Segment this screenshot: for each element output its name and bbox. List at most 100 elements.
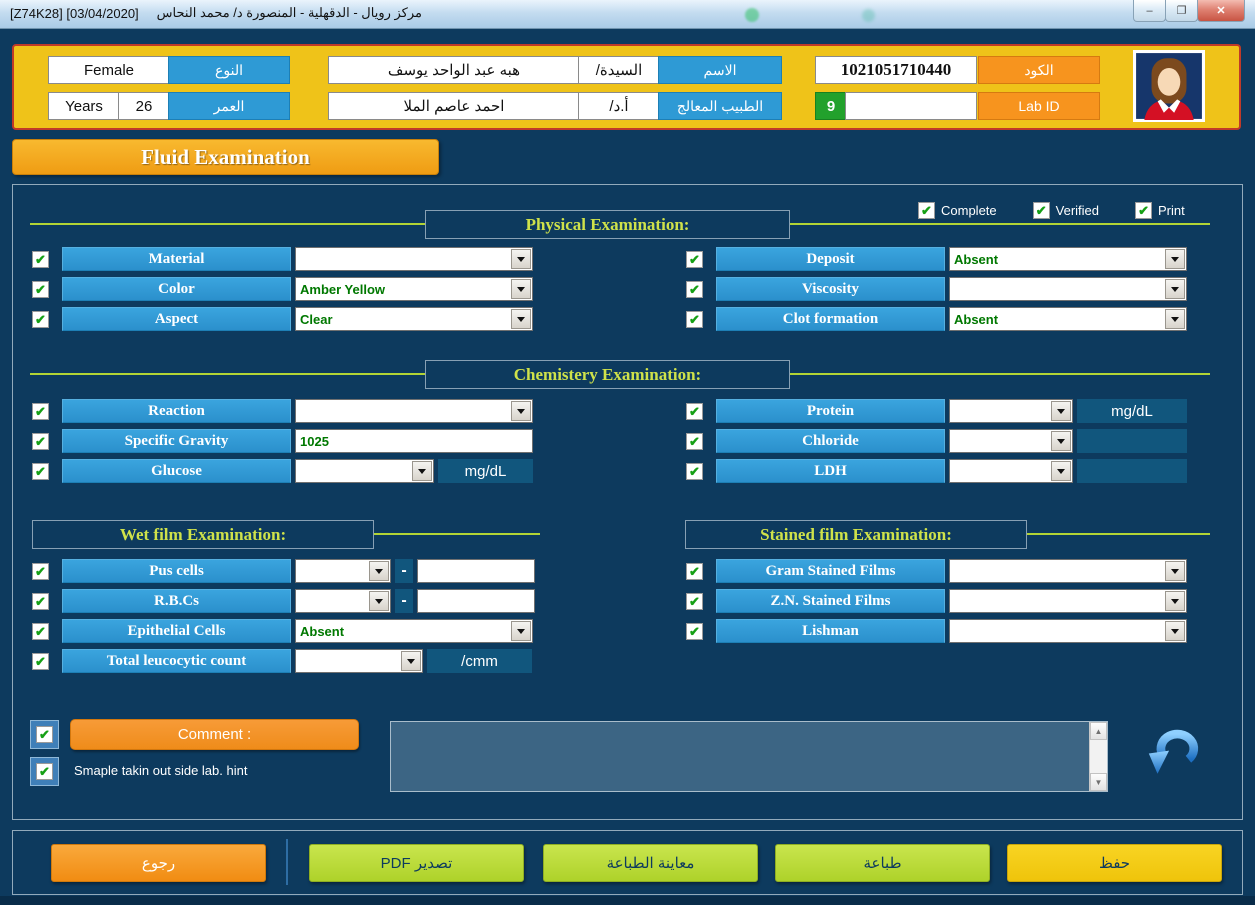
print-preview-button[interactable]: معاينة الطباعة bbox=[543, 844, 758, 882]
field-checkbox[interactable]: ✔ bbox=[32, 593, 49, 610]
age-unit-field[interactable]: Years bbox=[48, 92, 120, 120]
back-button[interactable]: رجوع bbox=[51, 844, 266, 882]
dropdown[interactable] bbox=[295, 247, 533, 271]
doctor-name-field[interactable]: احمد عاصم الملا bbox=[328, 92, 580, 120]
text-input[interactable]: 1025 bbox=[295, 429, 533, 453]
fluid-examination-tab[interactable]: Fluid Examination bbox=[12, 139, 439, 175]
scroll-up-icon[interactable]: ▲ bbox=[1090, 722, 1107, 740]
minimize-button[interactable]: – bbox=[1133, 0, 1166, 22]
field-checkbox[interactable]: ✔ bbox=[32, 563, 49, 580]
hint-checkbox[interactable]: ✔ bbox=[30, 757, 59, 786]
field-checkbox[interactable]: ✔ bbox=[32, 281, 49, 298]
undo-arrow-icon[interactable] bbox=[1143, 726, 1201, 780]
labid-field[interactable] bbox=[845, 92, 977, 120]
field-checkbox[interactable]: ✔ bbox=[32, 433, 49, 450]
scroll-down-icon[interactable]: ▼ bbox=[1090, 773, 1107, 791]
comment-button[interactable]: Comment : bbox=[70, 719, 359, 750]
comment-checkbox[interactable]: ✔ bbox=[30, 720, 59, 749]
dropdown-arrow-icon[interactable] bbox=[1165, 309, 1185, 329]
dropdown[interactable]: Absent bbox=[295, 619, 533, 643]
dropdown[interactable] bbox=[949, 559, 1187, 583]
patient-header: Female النوع Years 26 العمر هبه عبد الوا… bbox=[12, 44, 1241, 130]
field-checkbox[interactable]: ✔ bbox=[32, 623, 49, 640]
dropdown[interactable] bbox=[295, 399, 533, 423]
code-label: الكود bbox=[978, 56, 1100, 84]
patient-name-field[interactable]: هبه عبد الواحد يوسف bbox=[328, 56, 580, 84]
field-checkbox[interactable]: ✔ bbox=[686, 563, 703, 580]
gender-field[interactable]: Female bbox=[48, 56, 170, 84]
field-checkbox[interactable]: ✔ bbox=[686, 623, 703, 640]
dropdown[interactable]: Clear bbox=[295, 307, 533, 331]
dropdown[interactable] bbox=[949, 589, 1187, 613]
dropdown[interactable] bbox=[295, 649, 423, 673]
dropdown-arrow-icon[interactable] bbox=[1165, 621, 1185, 641]
dropdown-arrow-icon[interactable] bbox=[412, 461, 432, 481]
titlebar: [Z74K28] [03/04/2020] مركز رويال - الدقه… bbox=[0, 0, 1255, 29]
dropdown[interactable]: Absent bbox=[949, 307, 1187, 331]
field-checkbox[interactable]: ✔ bbox=[686, 251, 703, 268]
dropdown-arrow-icon[interactable] bbox=[511, 309, 531, 329]
dropdown-arrow-icon[interactable] bbox=[511, 249, 531, 269]
dropdown-arrow-icon[interactable] bbox=[1051, 461, 1071, 481]
name-label: الاسم bbox=[658, 56, 782, 84]
dropdown-arrow-icon[interactable] bbox=[1051, 401, 1071, 421]
dropdown-arrow-icon[interactable] bbox=[1051, 431, 1071, 451]
field-checkbox[interactable]: ✔ bbox=[32, 403, 49, 420]
dropdown[interactable] bbox=[949, 277, 1187, 301]
dropdown[interactable]: Absent bbox=[949, 247, 1187, 271]
save-button[interactable]: حفظ bbox=[1007, 844, 1222, 882]
dropdown[interactable] bbox=[949, 429, 1073, 453]
dropdown[interactable] bbox=[295, 559, 391, 583]
dropdown[interactable] bbox=[949, 459, 1073, 483]
print-button[interactable]: طباعة bbox=[775, 844, 990, 882]
field-checkbox[interactable]: ✔ bbox=[686, 311, 703, 328]
field-checkbox[interactable]: ✔ bbox=[32, 311, 49, 328]
window-controls: – ❐ ✕ bbox=[1134, 0, 1245, 22]
dropdown-arrow-icon[interactable] bbox=[1165, 249, 1185, 269]
dropdown[interactable] bbox=[295, 589, 391, 613]
dropdown[interactable]: Amber Yellow bbox=[295, 277, 533, 301]
dropdown-arrow-icon[interactable] bbox=[401, 651, 421, 671]
dropdown-arrow-icon[interactable] bbox=[1165, 561, 1185, 581]
dropdown-arrow-icon[interactable] bbox=[511, 279, 531, 299]
dropdown-arrow-icon[interactable] bbox=[369, 561, 389, 581]
doctor-title-field[interactable]: أ.د/ bbox=[578, 92, 660, 120]
dropdown-arrow-icon[interactable] bbox=[1165, 591, 1185, 611]
wetfilm-section-title: Wet film Examination: bbox=[32, 520, 374, 549]
taskbar-ghost-icon bbox=[745, 8, 759, 22]
field-checkbox[interactable]: ✔ bbox=[686, 433, 703, 450]
field-checkbox[interactable]: ✔ bbox=[32, 653, 49, 670]
restore-button[interactable]: ❐ bbox=[1165, 0, 1198, 22]
field-checkbox[interactable]: ✔ bbox=[686, 593, 703, 610]
field-checkbox[interactable]: ✔ bbox=[32, 251, 49, 268]
flag-checkbox[interactable]: ✔ bbox=[918, 202, 935, 219]
patient-avatar bbox=[1133, 50, 1205, 122]
flag-label: Print bbox=[1158, 203, 1185, 218]
field-checkbox[interactable]: ✔ bbox=[686, 281, 703, 298]
field-checkbox[interactable]: ✔ bbox=[686, 463, 703, 480]
text-input[interactable] bbox=[417, 589, 535, 613]
flag-verified: ✔Verified bbox=[1033, 202, 1099, 219]
dropdown-arrow-icon[interactable] bbox=[511, 401, 531, 421]
field-checkbox[interactable]: ✔ bbox=[686, 403, 703, 420]
patient-title-field[interactable]: السيدة/ bbox=[578, 56, 660, 84]
close-button[interactable]: ✕ bbox=[1197, 0, 1245, 22]
field-label: Aspect bbox=[62, 307, 291, 331]
age-field[interactable]: 26 bbox=[118, 92, 170, 120]
range-separator: - bbox=[395, 559, 413, 583]
dropdown-arrow-icon[interactable] bbox=[511, 621, 531, 641]
patient-code-field[interactable]: 1021051710440 bbox=[815, 56, 977, 84]
comment-textarea[interactable]: ▲ ▼ bbox=[390, 721, 1108, 792]
dropdown[interactable] bbox=[295, 459, 434, 483]
dropdown-arrow-icon[interactable] bbox=[369, 591, 389, 611]
dropdown[interactable] bbox=[949, 399, 1073, 423]
flag-checkbox[interactable]: ✔ bbox=[1033, 202, 1050, 219]
export-pdf-button[interactable]: تصدير PDF bbox=[309, 844, 524, 882]
flag-checkbox[interactable]: ✔ bbox=[1135, 202, 1152, 219]
comment-scrollbar[interactable]: ▲ ▼ bbox=[1089, 722, 1107, 791]
dropdown[interactable] bbox=[949, 619, 1187, 643]
text-input[interactable] bbox=[417, 559, 535, 583]
field-checkbox[interactable]: ✔ bbox=[32, 463, 49, 480]
dropdown-arrow-icon[interactable] bbox=[1165, 279, 1185, 299]
window-title: [Z74K28] [03/04/2020] مركز رويال - الدقه… bbox=[10, 5, 422, 21]
